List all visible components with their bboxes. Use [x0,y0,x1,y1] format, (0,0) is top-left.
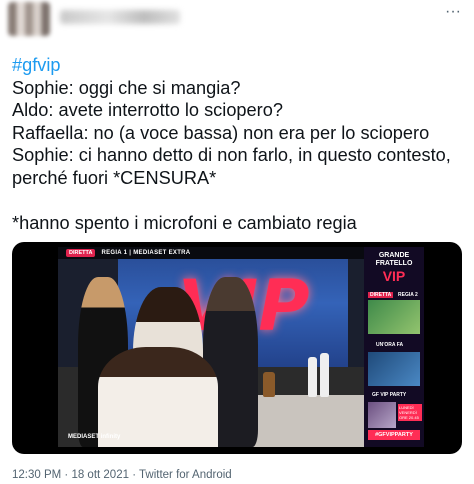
channel-label: REGIA 1 | MEDIASET EXTRA [101,250,191,256]
author-name-blurred[interactable] [60,10,180,24]
tweet-line: Sophie: oggi che si mangia? [12,77,241,98]
party-hashtag-badge: #GFVIPPARTY [368,430,420,440]
avatar[interactable] [8,2,50,36]
mediaset-logo: MEDIASET infinity [68,434,121,440]
tweet-timestamp[interactable]: 12:30 PM · 18 ott 2021 · Twitter for And… [12,469,232,481]
tv-screenshot: VIP DIRETTA REGIA 1 | MEDIASET EXTRA MED… [58,247,408,447]
panel-thumbnail [368,300,420,334]
panel-thumbnail [368,352,420,386]
show-logo-text: GRANDE FRATELLO [375,252,413,267]
person-figure [98,347,218,447]
bottle [320,353,329,397]
panel-live-badge: DIRETTA [368,292,394,298]
broadcast-top-bar: DIRETTA REGIA 1 | MEDIASET EXTRA [58,247,408,259]
bottle [263,372,275,397]
live-badge: DIRETTA [66,249,96,257]
hashtag-link[interactable]: #gfvip [12,55,61,75]
tweet-line: Aldo: avete interrotto lo sciopero? [12,100,283,120]
tweet-media-image[interactable]: VIP DIRETTA REGIA 1 | MEDIASET EXTRA MED… [12,242,462,454]
panel-un-ora-label: UN'ORA FA [376,342,404,348]
tweet-text: #gfvip Sophie: oggi che si mangia? Aldo:… [12,54,470,234]
show-logo: GRANDE FRATELLO VIP [368,252,420,284]
show-logo-vip: VIP [382,268,406,284]
tweet-header: ··· [0,0,474,40]
tweet-line: Sophie: ci hanno detto di non farlo, in … [12,145,456,188]
tweet-line: *hanno spento i microfoni e cambiato reg… [12,212,357,233]
more-horizontal-icon[interactable]: ··· [442,4,464,20]
schedule-badge: LUNEDÌ VENERDÌ ORE 20.45 [398,404,422,421]
panel-gf-party-label: GF VIP PARTY [372,392,407,398]
bottle [308,357,317,397]
panel-regia-label: REGIA 2 [398,292,418,298]
tweet-line: Raffaella: no (a voce bassa) non era per… [12,122,430,143]
panel-thumbnail [368,402,396,428]
